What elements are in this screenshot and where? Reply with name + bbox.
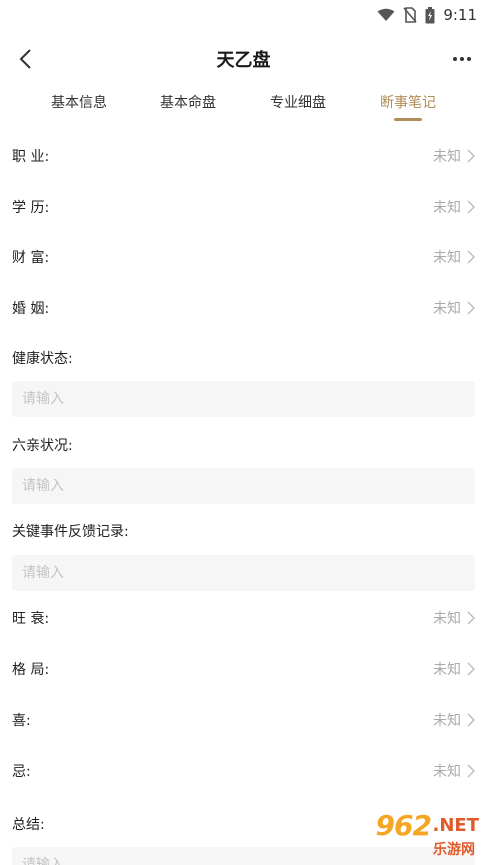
row-value: 未知 (433, 250, 461, 266)
tab-detailed-chart[interactable]: 专业细盘 (243, 92, 353, 124)
watermark-suffix: .NET (432, 815, 479, 836)
row-label: 财 富: (12, 250, 50, 266)
more-icon (453, 57, 471, 61)
battery-icon (425, 6, 435, 23)
chevron-right-icon (467, 764, 475, 778)
tab-label: 断事笔记 (380, 95, 436, 111)
row-label: 旺 衰: (12, 611, 50, 627)
row-value: 未知 (433, 200, 461, 216)
chevron-right-icon (467, 713, 475, 727)
row-label: 格 局: (12, 662, 50, 678)
chevron-right-icon (467, 611, 475, 625)
status-bar: 9:11 (0, 0, 487, 30)
family-input[interactable] (12, 468, 475, 504)
wealth-row[interactable]: 财 富: 未知 (0, 231, 487, 281)
watermark-subtitle: 乐游网 (433, 842, 475, 858)
row-value: 未知 (433, 149, 461, 165)
chevron-right-icon (467, 250, 475, 264)
row-label: 学 历: (12, 200, 50, 216)
tab-label: 基本信息 (51, 95, 107, 111)
watermark-number: 962 (375, 809, 432, 842)
events-label: 关键事件反馈记录: (12, 524, 129, 540)
row-value: 未知 (433, 662, 461, 678)
row-value: 未知 (433, 713, 461, 729)
site-watermark: 962 .NET 乐游网 (344, 809, 479, 859)
more-button[interactable] (447, 44, 477, 74)
tab-basic-chart[interactable]: 基本命盘 (133, 92, 243, 124)
row-label: 喜: (12, 713, 31, 729)
family-label: 六亲状况: (12, 438, 73, 454)
chevron-right-icon (467, 301, 475, 315)
row-label: 忌: (12, 764, 31, 780)
tab-bar: 基本信息 基本命盘 专业细盘 断事笔记 (0, 88, 487, 128)
marriage-row[interactable]: 婚 姻: 未知 (0, 282, 487, 332)
favorable-row[interactable]: 喜: 未知 (0, 694, 487, 744)
row-value: 未知 (433, 611, 461, 627)
chevron-right-icon (467, 662, 475, 676)
wifi-icon (377, 8, 395, 21)
events-input[interactable] (12, 555, 475, 591)
strength-row[interactable]: 旺 衰: 未知 (0, 592, 487, 642)
pattern-row[interactable]: 格 局: 未知 (0, 643, 487, 693)
summary-label: 总结: (12, 817, 45, 833)
health-input[interactable] (12, 381, 475, 417)
tab-basic-info[interactable]: 基本信息 (24, 92, 134, 124)
occupation-row[interactable]: 职 业: 未知 (0, 130, 487, 180)
tab-label: 专业细盘 (270, 95, 326, 111)
health-label: 健康状态: (12, 351, 73, 367)
tab-active-indicator (394, 118, 422, 121)
chevron-right-icon (467, 200, 475, 214)
page-title: 天乙盘 (216, 50, 271, 71)
status-time: 9:11 (443, 6, 477, 24)
row-value: 未知 (433, 764, 461, 780)
row-label: 婚 姻: (12, 301, 50, 317)
nav-bar: 天乙盘 (0, 38, 487, 80)
education-row[interactable]: 学 历: 未知 (0, 181, 487, 231)
chevron-right-icon (467, 149, 475, 163)
unfavorable-row[interactable]: 忌: 未知 (0, 745, 487, 795)
tab-label: 基本命盘 (160, 95, 216, 111)
row-value: 未知 (433, 301, 461, 317)
tab-notes[interactable]: 断事笔记 (353, 92, 463, 124)
row-label: 职 业: (12, 149, 50, 165)
no-sim-icon (403, 7, 417, 23)
